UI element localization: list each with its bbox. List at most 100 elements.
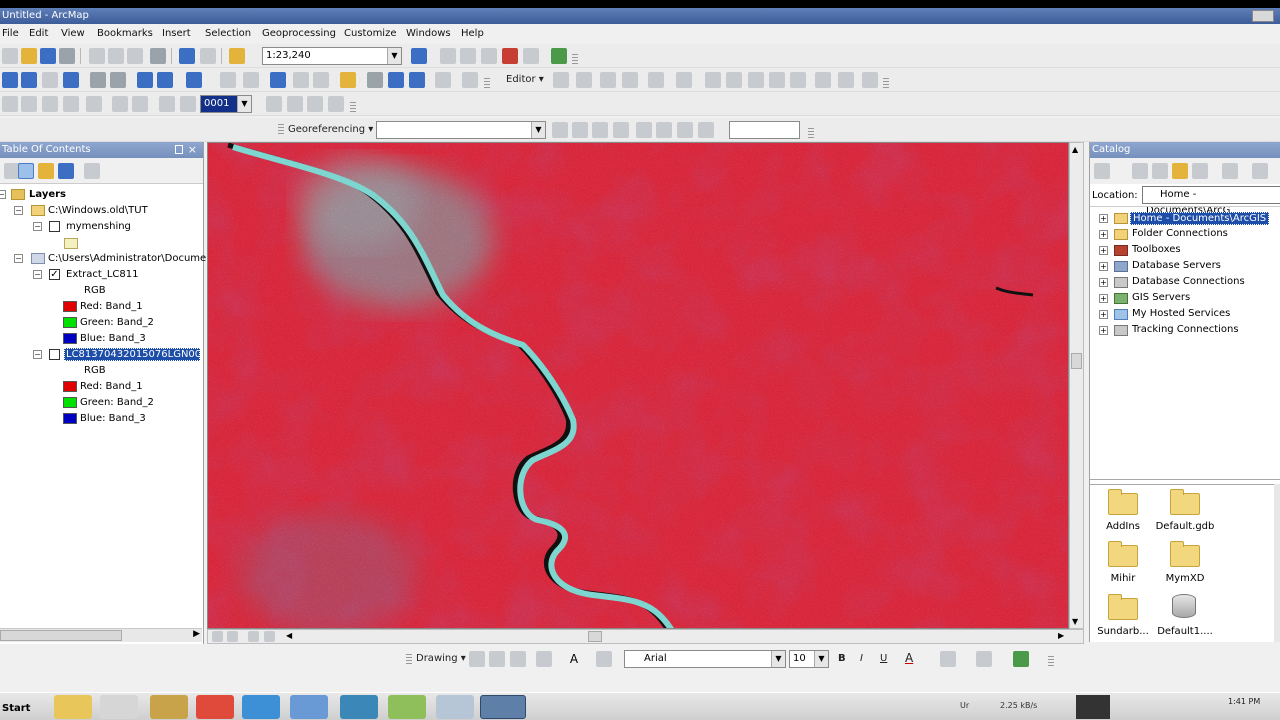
layout-zoom-out-icon[interactable] [21, 96, 37, 112]
menu-bookmarks[interactable]: Bookmarks [97, 28, 153, 39]
chevron-down-icon[interactable]: ▼ [1072, 617, 1078, 626]
folder-icon[interactable] [1108, 489, 1138, 515]
forward-icon[interactable] [1132, 163, 1148, 179]
menu-geoprocessing[interactable]: Geoprocessing [262, 28, 336, 39]
layer-name[interactable]: Extract_LC811 [66, 269, 138, 280]
search-window-icon[interactable] [481, 48, 497, 64]
folder-icon[interactable] [1108, 541, 1138, 567]
trace-icon[interactable] [648, 72, 664, 88]
georef-text-field[interactable] [729, 121, 800, 139]
scroll-thumb[interactable] [588, 631, 602, 642]
pan-icon[interactable] [42, 72, 58, 88]
expander-icon[interactable]: − [33, 270, 42, 279]
cut-icon[interactable] [89, 48, 105, 64]
data-view-icon[interactable] [212, 631, 223, 642]
select-link-icon[interactable] [636, 122, 652, 138]
map-vertical-scrollbar[interactable]: ▲ ▼ [1069, 142, 1084, 629]
list-by-visibility-icon[interactable] [38, 163, 54, 179]
layers-label[interactable]: Layers [29, 189, 66, 200]
forward-icon[interactable] [157, 72, 173, 88]
database-icon[interactable] [1172, 594, 1196, 618]
menu-windows[interactable]: Windows [406, 28, 451, 39]
window-close-button[interactable] [1252, 10, 1274, 22]
media-icon[interactable] [100, 695, 138, 719]
shift-icon[interactable] [572, 122, 588, 138]
adjust-transparency-icon[interactable] [307, 96, 323, 112]
menu-insert[interactable]: Insert [162, 28, 191, 39]
font-combo[interactable]: Arial ▼ [624, 650, 786, 668]
layout-view-icon[interactable] [227, 631, 238, 642]
expander-icon[interactable]: − [0, 190, 6, 199]
chevron-down-icon[interactable]: ▼ [237, 96, 251, 112]
open-icon[interactable] [21, 48, 37, 64]
layout-pan-icon[interactable] [42, 96, 58, 112]
chrome-icon[interactable] [196, 695, 234, 719]
cut-polygons-icon[interactable] [748, 72, 764, 88]
save-icon[interactable] [40, 48, 56, 64]
firefox-icon[interactable] [242, 695, 280, 719]
content-item[interactable]: Default.gdb [1150, 521, 1220, 532]
toc-horizontal-scrollbar[interactable]: ▶ [0, 628, 202, 642]
hyperlink-icon[interactable] [340, 72, 356, 88]
expander-icon[interactable]: + [1099, 310, 1108, 319]
add-control-points-icon[interactable] [613, 122, 629, 138]
sketch-properties-icon[interactable] [838, 72, 854, 88]
group-path[interactable]: C:\Windows.old\TUT [48, 205, 148, 216]
app-icon[interactable] [340, 695, 378, 719]
chevron-up-icon[interactable]: ▲ [1072, 145, 1078, 154]
focus-data-frame-icon[interactable] [159, 96, 175, 112]
catalog-tree-item[interactable]: Folder Connections [1132, 228, 1228, 239]
select-elements-icon[interactable] [469, 651, 485, 667]
chevron-down-icon[interactable]: ▼ [771, 651, 785, 667]
chevron-left-icon[interactable]: ◀ [286, 631, 292, 640]
select-icon[interactable] [243, 72, 259, 88]
expander-icon[interactable]: + [1099, 278, 1108, 287]
toc-options-icon[interactable] [84, 163, 100, 179]
bold-button[interactable]: B [838, 653, 846, 664]
arctoolbox-icon[interactable] [502, 48, 518, 64]
catalog-tree-item[interactable]: Toolboxes [1132, 244, 1181, 255]
delete-icon[interactable] [150, 48, 166, 64]
expander-icon[interactable]: + [1099, 214, 1108, 223]
expander-icon[interactable]: − [33, 350, 42, 359]
layout-forward-icon[interactable] [132, 96, 148, 112]
editor-menu[interactable]: Editor ▾ [506, 74, 544, 85]
adjust-contrast-icon[interactable] [328, 96, 344, 112]
chevron-right-icon[interactable]: ▶ [193, 629, 200, 639]
editor-toolbar-icon[interactable] [411, 48, 427, 64]
catalog-tree-item[interactable]: Database Connections [1132, 276, 1245, 287]
menu-file[interactable]: File [2, 28, 19, 39]
italic-button[interactable]: I [860, 653, 863, 664]
expander-icon[interactable]: + [1099, 246, 1108, 255]
views-icon[interactable] [1222, 163, 1238, 179]
tray-app-icon[interactable] [1076, 695, 1110, 719]
toc-window-icon[interactable] [440, 48, 456, 64]
close-icon[interactable]: × [188, 142, 197, 158]
change-layout-icon[interactable] [180, 96, 196, 112]
list-by-selection-icon[interactable] [58, 163, 74, 179]
rectangle-icon[interactable] [536, 651, 552, 667]
edit-vertices-icon[interactable] [705, 72, 721, 88]
expander-icon[interactable]: + [1099, 326, 1108, 335]
edit-tool-icon[interactable] [553, 72, 569, 88]
print-icon[interactable] [59, 48, 75, 64]
selection-color-combo[interactable]: 0001 ▼ [200, 95, 252, 113]
contents-scrollbar[interactable] [1274, 484, 1280, 642]
fixed-zoom-in-icon[interactable] [90, 72, 106, 88]
menu-help[interactable]: Help [461, 28, 484, 39]
folder-icon[interactable] [1170, 489, 1200, 515]
georeferencing-menu[interactable]: Georeferencing ▾ [288, 124, 373, 135]
reshape-icon[interactable] [726, 72, 742, 88]
catalog-tree-item[interactable]: Database Servers [1132, 260, 1221, 271]
menu-view[interactable]: View [61, 28, 85, 39]
zoom-to-link-icon[interactable] [656, 122, 672, 138]
zoom-to-selected-icon[interactable] [510, 651, 526, 667]
attributes-icon[interactable] [815, 72, 831, 88]
copy-icon[interactable] [108, 48, 124, 64]
find-icon[interactable] [367, 72, 383, 88]
create-viewer-icon[interactable] [462, 72, 478, 88]
zoom-whole-page-icon[interactable] [63, 96, 79, 112]
underline-button[interactable]: U [880, 653, 887, 664]
layout-zoom-in-icon[interactable] [2, 96, 18, 112]
viewer-icon[interactable] [698, 122, 714, 138]
